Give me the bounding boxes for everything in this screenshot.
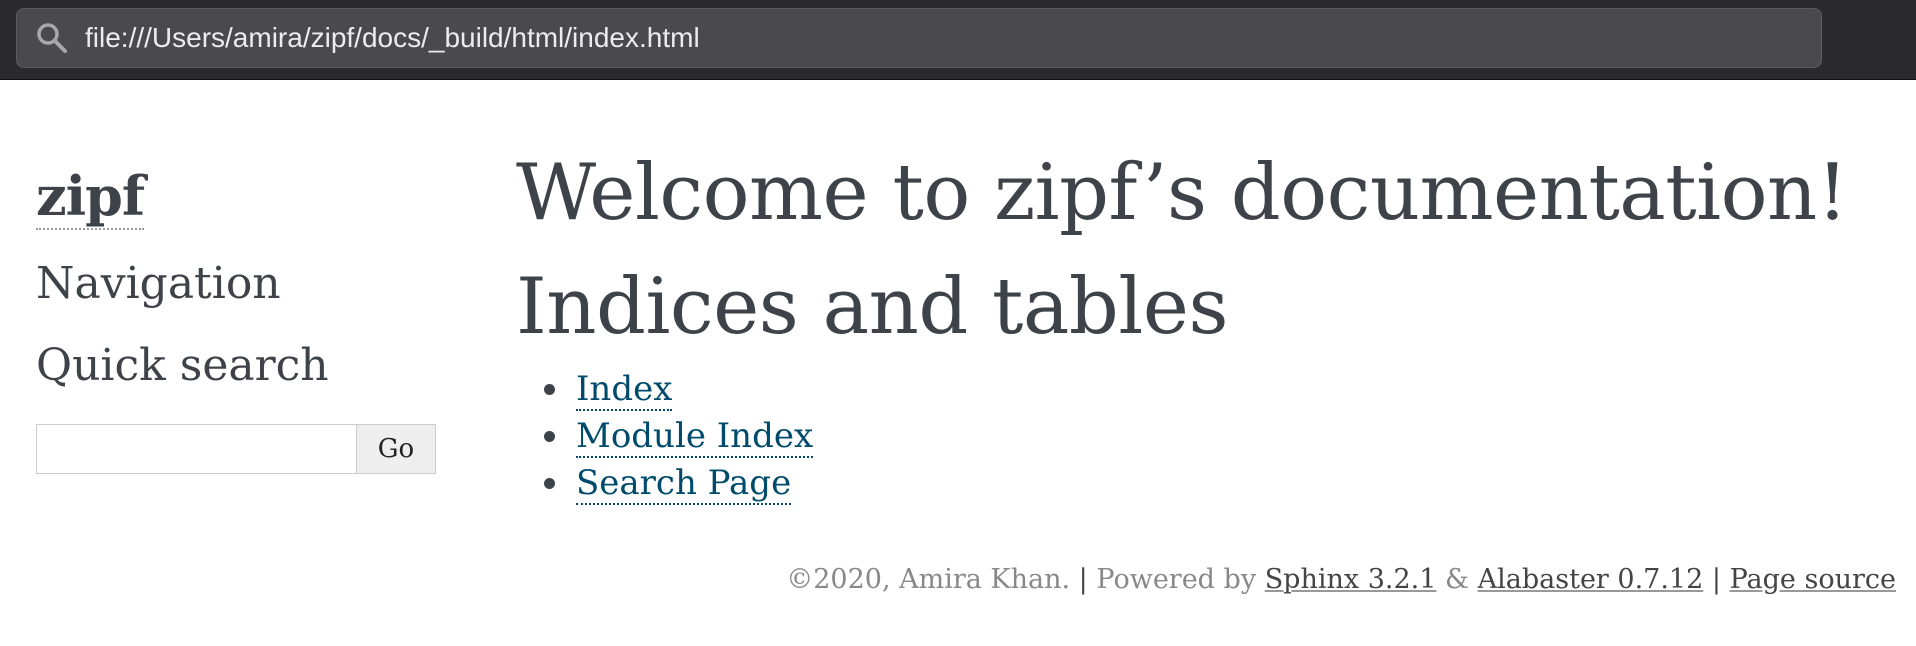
ampersand-text: & [1444,564,1470,595]
bullet [544,478,555,489]
footer: ©2020, Amira Khan. | Powered by Sphinx 3… [786,564,1896,595]
navigation-heading: Navigation [36,258,281,309]
list-item: Index [544,366,813,413]
quick-search-form: Go [36,424,436,474]
search-icon [35,21,69,55]
quick-search-heading: Quick search [36,340,329,391]
search-page-link[interactable]: Search Page [576,463,792,505]
documentation-page: zipf Navigation Quick search Go Welcome … [0,80,1916,646]
alabaster-link[interactable]: Alabaster 0.7.12 [1478,564,1704,595]
footer-separator: | [1078,564,1088,595]
bullet [544,431,555,442]
address-bar[interactable]: file:///Users/amira/zipf/docs/_build/htm… [16,8,1822,68]
copyright-text: ©2020, Amira Khan. [786,564,1071,595]
bullet [544,384,555,395]
indices-list: Index Module Index Search Page [544,366,814,507]
url-text[interactable]: file:///Users/amira/zipf/docs/_build/htm… [85,22,700,54]
list-item: Module Index [544,413,814,460]
go-button[interactable]: Go [356,424,436,474]
indices-heading: Indices and tables [516,262,1228,352]
module-index-link[interactable]: Module Index [576,416,814,458]
browser-toolbar: file:///Users/amira/zipf/docs/_build/htm… [0,0,1916,80]
page-title: Welcome to zipf’s documentation! [516,148,1848,238]
list-item: Search Page [544,460,813,507]
powered-by-text: Powered by [1096,564,1257,595]
footer-separator: | [1711,564,1721,595]
index-link[interactable]: Index [576,369,673,411]
sphinx-link[interactable]: Sphinx 3.2.1 [1265,564,1437,595]
search-input[interactable] [36,424,356,474]
project-name-link[interactable]: zipf [36,164,145,230]
page-source-link[interactable]: Page source [1730,564,1896,595]
